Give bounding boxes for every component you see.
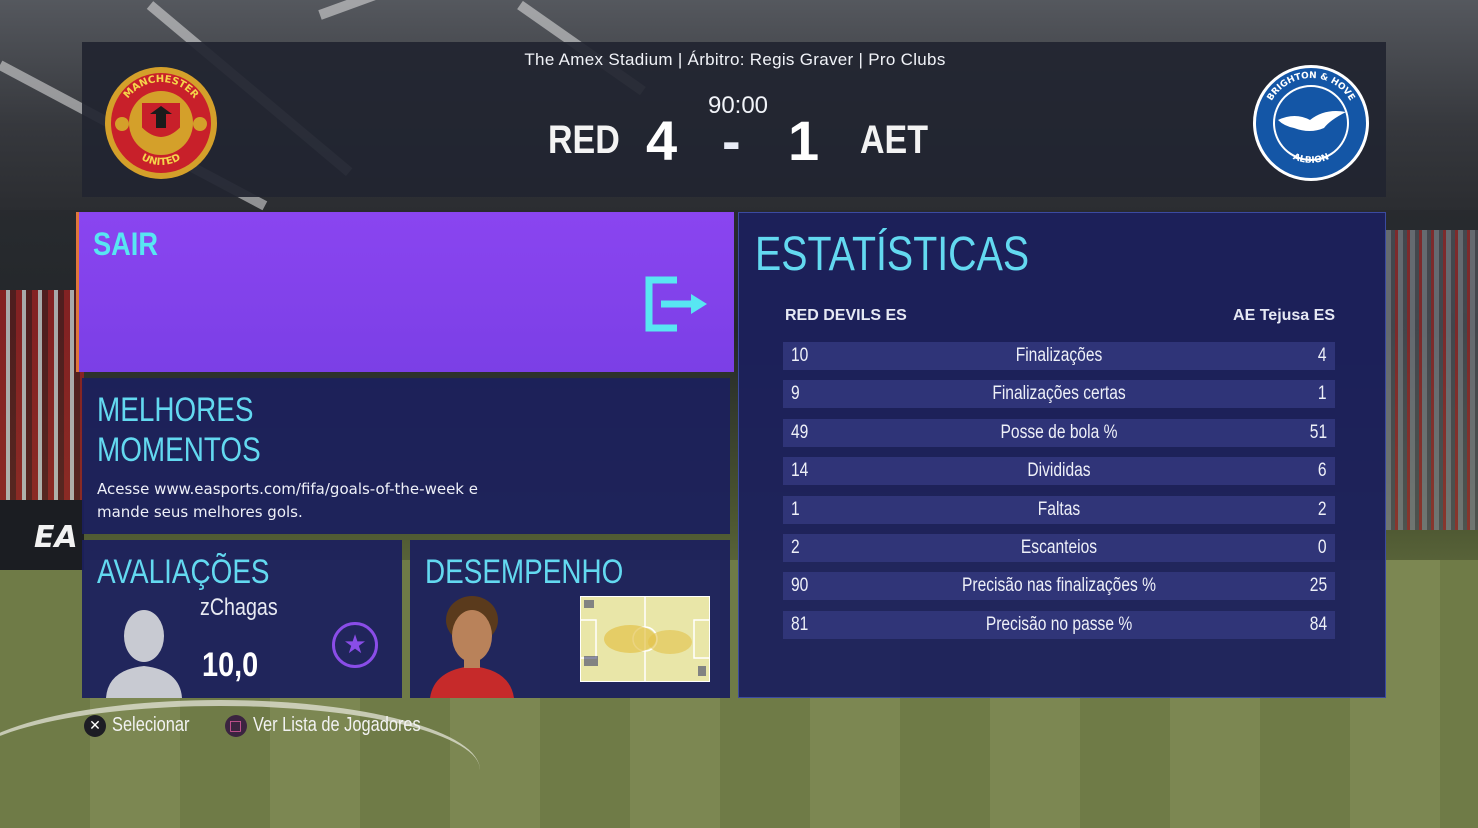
ratings-panel[interactable]: AVALIAÇÕES zChagas 10,0 ★ xyxy=(82,540,402,698)
select-label: Selecionar xyxy=(112,714,190,736)
stat-name: Divididas xyxy=(1027,460,1091,482)
stat-name: Posse de bola % xyxy=(1000,421,1118,443)
highlights-text: Acesse www.easports.com/fifa/goals-of-th… xyxy=(97,480,478,521)
stat-home-value: 81 xyxy=(791,613,809,635)
stat-away-value: 6 xyxy=(1318,460,1327,482)
stat-row: 9 Finalizações certas 1 xyxy=(783,380,1335,409)
stat-home-value: 90 xyxy=(791,575,809,597)
stat-home-value: 1 xyxy=(791,498,800,520)
player-rating: 10,0 xyxy=(202,646,259,684)
stat-row: 10 Finalizações 4 xyxy=(783,342,1335,370)
statistics-title: ESTATÍSTICAS xyxy=(755,228,1030,281)
stat-home-value: 49 xyxy=(791,421,809,443)
statistics-panel: ESTATÍSTICAS RED DEVILS ES AE Tejusa ES … xyxy=(738,212,1386,698)
stat-name: Faltas xyxy=(1037,498,1081,520)
player-portrait xyxy=(430,596,514,698)
crowd-left xyxy=(0,290,84,500)
stat-name: Escanteios xyxy=(1020,536,1098,558)
stat-away-value: 0 xyxy=(1318,536,1327,558)
performance-panel[interactable]: DESEMPENHO xyxy=(410,540,730,698)
away-team-name: AE Tejusa ES xyxy=(1233,307,1335,324)
stat-away-value: 2 xyxy=(1318,498,1327,520)
stat-row: 90 Precisão nas finalizações % 25 xyxy=(783,572,1335,601)
player-list-label: Ver Lista de Jogadores xyxy=(252,714,421,736)
player-list-hint[interactable]: □ Ver Lista de Jogadores xyxy=(224,714,458,737)
select-hint[interactable]: ✕ Selecionar xyxy=(84,714,207,737)
stat-away-value: 4 xyxy=(1318,345,1327,366)
stat-home-value: 9 xyxy=(791,383,800,405)
stat-name: Precisão no passe % xyxy=(985,613,1133,635)
brighton-crest-icon: BRIGHTON & HOVE ALBION xyxy=(1253,65,1369,181)
away-score: 1 xyxy=(788,109,820,172)
stat-name: Finalizações certas xyxy=(992,383,1126,405)
highlights-title-line2: MOMENTOS xyxy=(97,431,261,469)
stat-away-value: 25 xyxy=(1309,575,1327,597)
crowd-right xyxy=(1386,230,1478,530)
highlights-title: MELHORES MOMENTOS xyxy=(97,390,261,470)
exit-door-icon xyxy=(645,276,707,332)
star-badge-icon: ★ xyxy=(332,622,378,668)
highlights-title-line1: MELHORES xyxy=(97,391,254,429)
stat-name: Precisão nas finalizações % xyxy=(961,575,1156,597)
player-name: zChagas xyxy=(200,594,278,621)
away-team-abbr: AET xyxy=(860,118,928,162)
controller-hints: ✕ Selecionar □ Ver Lista de Jogadores xyxy=(84,714,475,737)
player-silhouette-icon xyxy=(106,610,182,698)
home-score: 4 xyxy=(646,109,678,172)
stat-row: 14 Divididas 6 xyxy=(783,457,1335,486)
manchester-united-crest-icon: MANCHESTER UNITED xyxy=(105,67,217,179)
stat-name: Finalizações xyxy=(1015,345,1103,366)
stat-home-value: 14 xyxy=(791,460,809,482)
home-team-name: RED DEVILS ES xyxy=(785,307,907,324)
stat-home-value: 2 xyxy=(791,536,800,558)
exit-button[interactable]: SAIR xyxy=(76,212,734,372)
stat-away-value: 1 xyxy=(1318,383,1327,405)
stat-row: 2 Escanteios 0 xyxy=(783,533,1335,562)
square-button-icon: □ xyxy=(224,714,247,737)
score-separator: - xyxy=(722,109,741,172)
heatmap-icon xyxy=(580,596,710,682)
ratings-title: AVALIAÇÕES xyxy=(97,553,270,591)
stat-row: 1 Faltas 2 xyxy=(783,495,1335,524)
highlights-panel[interactable]: MELHORES MOMENTOS Acesse www.easports.co… xyxy=(82,378,730,534)
stat-row: 49 Posse de bola % 51 xyxy=(783,418,1335,447)
ea-logo-text: EA xyxy=(34,520,78,555)
stat-rows: 10 Finalizações 4 9 Finalizações certas … xyxy=(783,342,1335,649)
stat-home-value: 10 xyxy=(791,345,809,366)
home-team-abbr: RED xyxy=(548,118,620,162)
exit-label: SAIR xyxy=(93,226,158,262)
stat-away-value: 51 xyxy=(1309,421,1327,443)
stat-row: 81 Precisão no passe % 84 xyxy=(783,610,1335,639)
stat-away-value: 84 xyxy=(1309,613,1327,635)
cross-button-icon: ✕ xyxy=(84,714,106,737)
